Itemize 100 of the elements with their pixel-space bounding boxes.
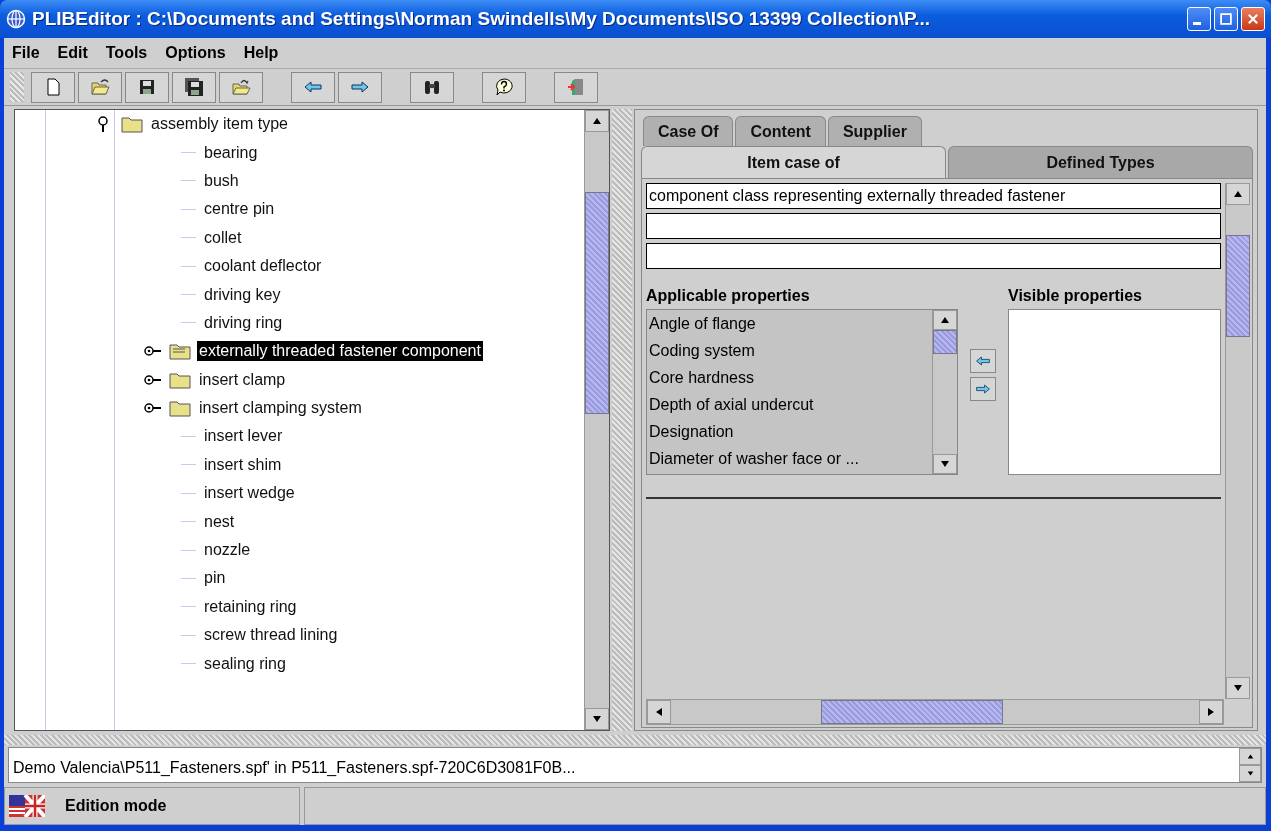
down-arrow-icon — [1246, 770, 1254, 777]
tab[interactable]: Case Of — [643, 116, 734, 146]
folder-icon — [169, 370, 191, 389]
folder-arrow-icon — [231, 77, 251, 97]
tree-item[interactable]: externally threaded fastener component — [197, 341, 483, 362]
open-folder-icon — [169, 342, 191, 361]
folder-icon — [121, 115, 143, 134]
tree-item[interactable]: driving key — [202, 284, 283, 305]
spin-down-button[interactable] — [1239, 765, 1261, 782]
help-icon — [494, 77, 514, 97]
tree-item[interactable]: nozzle — [202, 540, 253, 561]
up-arrow-icon — [940, 315, 950, 325]
left-arrow-icon — [975, 353, 991, 369]
list-item[interactable]: Depth of axial undercut — [647, 391, 932, 418]
move-right-button[interactable] — [970, 377, 996, 401]
scroll-left-button[interactable] — [647, 700, 671, 724]
up-arrow-icon — [592, 116, 602, 126]
tree-item[interactable]: centre pin — [202, 199, 277, 220]
tree-item[interactable]: insert clamping system — [197, 398, 364, 419]
list-item[interactable]: Core hardness — [647, 364, 932, 391]
move-left-button[interactable] — [970, 349, 996, 373]
window-title: PLIBEditor : C:\Documents and Settings\Norman Swindells\My Documents\ISO 13399 Collection\P... — [32, 8, 932, 30]
tab[interactable]: Item case of — [641, 146, 946, 178]
maximize-icon — [1219, 12, 1233, 26]
list-item[interactable]: Diameter of washer face or ... — [647, 445, 932, 472]
folder-icon — [169, 399, 191, 418]
down-arrow-icon — [1233, 683, 1243, 693]
menu-item[interactable]: Help — [243, 44, 279, 62]
tree-item[interactable]: insert shim — [202, 454, 284, 475]
down-arrow-icon — [940, 459, 950, 469]
list-item[interactable]: Coding system — [647, 337, 932, 364]
forward-arrow-button[interactable] — [338, 71, 382, 103]
scroll-down-button[interactable] — [933, 454, 957, 474]
down-arrow-icon — [592, 714, 602, 724]
log-text: Demo Valencia\P511_Fasteners.spf' in P511_Fasteners.spf-720C6D3081F0B... — [12, 759, 577, 778]
scroll-down-button[interactable] — [585, 708, 609, 730]
binoculars-button[interactable] — [410, 71, 454, 103]
splitter-handle[interactable] — [612, 109, 632, 731]
text-field[interactable] — [646, 213, 1221, 239]
tree-item[interactable]: assembly item type — [149, 114, 290, 135]
scrollbar-thumb[interactable] — [933, 330, 957, 354]
minimize-icon — [1193, 21, 1201, 25]
visible-properties-label: Visible properties — [1008, 287, 1143, 305]
scroll-up-button[interactable] — [585, 110, 609, 132]
close-button[interactable] — [1241, 7, 1265, 31]
applicable-properties-label: Applicable properties — [646, 287, 811, 305]
tree-item[interactable]: insert lever — [202, 426, 285, 447]
save-all-button[interactable] — [172, 71, 216, 103]
tree-item[interactable]: bearing — [202, 142, 260, 163]
spin-up-button[interactable] — [1239, 748, 1261, 765]
menu-item[interactable]: File — [12, 44, 40, 62]
scroll-up-button[interactable] — [1226, 183, 1250, 205]
globe-icon — [6, 9, 26, 29]
exit-door-icon — [566, 77, 586, 97]
tab[interactable]: Defined Types — [948, 146, 1253, 178]
tree-item[interactable]: retaining ring — [202, 596, 299, 617]
scrollbar-thumb[interactable] — [821, 700, 1003, 724]
help-button[interactable] — [482, 71, 526, 103]
tree-item[interactable]: nest — [202, 511, 237, 532]
flag-icon — [9, 795, 45, 817]
tab[interactable]: Supplier — [827, 116, 922, 146]
tree-item[interactable]: sealing ring — [202, 653, 288, 674]
close-icon — [1246, 12, 1260, 26]
tree-item[interactable]: insert wedge — [202, 483, 297, 504]
back-arrow-button[interactable] — [291, 71, 335, 103]
tree-item[interactable]: coolant deflector — [202, 256, 324, 277]
list-item[interactable]: Angle of flange — [647, 310, 932, 337]
toolbar-grip[interactable] — [10, 72, 24, 102]
text-field[interactable] — [646, 243, 1221, 269]
maximize-button[interactable] — [1214, 7, 1238, 31]
minimize-button[interactable] — [1187, 7, 1211, 31]
save-button[interactable] — [125, 71, 169, 103]
save-all-icon — [184, 77, 204, 97]
tree-item[interactable]: collet — [202, 227, 244, 248]
new-document-button[interactable] — [31, 71, 75, 103]
tree-item[interactable]: screw thread lining — [202, 625, 340, 646]
scrollbar-thumb[interactable] — [1226, 235, 1250, 337]
status-text: Edition mode — [65, 797, 167, 815]
menu-item[interactable]: Options — [165, 44, 226, 62]
right-arrow-icon — [1206, 707, 1216, 717]
tree-item[interactable]: insert clamp — [197, 369, 288, 390]
menu-item[interactable]: Edit — [57, 44, 88, 62]
scrollbar-thumb[interactable] — [585, 192, 609, 414]
scroll-up-button[interactable] — [933, 310, 957, 330]
left-arrow-icon — [654, 707, 664, 717]
splitter-handle[interactable] — [4, 735, 1266, 745]
scroll-right-button[interactable] — [1199, 700, 1223, 724]
scroll-down-button[interactable] — [1226, 677, 1250, 699]
tree-item[interactable]: bush — [202, 170, 241, 191]
up-arrow-icon — [1246, 753, 1254, 760]
visible-properties-list[interactable] — [1008, 309, 1221, 475]
save-icon — [137, 77, 157, 97]
tab[interactable]: Content — [735, 116, 826, 146]
right-arrow-icon — [975, 381, 991, 397]
up-arrow-icon — [1233, 189, 1243, 199]
tree-item[interactable]: driving ring — [202, 312, 285, 333]
text-field[interactable]: component class representing externally threaded fastener — [646, 183, 1221, 209]
tree-item[interactable]: pin — [202, 568, 228, 589]
list-item[interactable]: Designation — [647, 418, 932, 445]
menu-item[interactable]: Tools — [105, 44, 148, 62]
